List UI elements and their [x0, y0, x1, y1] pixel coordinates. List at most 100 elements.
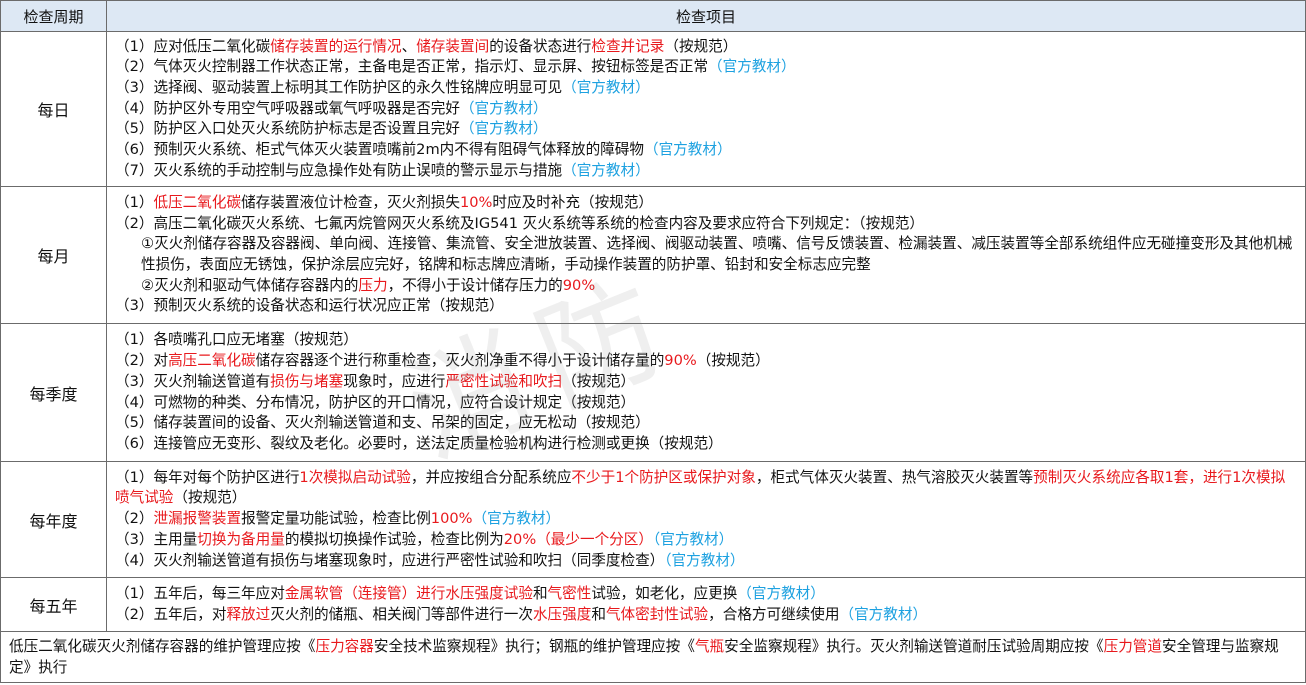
source-tag: （官方教材）	[562, 161, 650, 179]
highlight-text: 储存装置的运行情况	[270, 37, 402, 55]
item-text: （4）可燃物的种类、分布情况，防护区的开口情况，应符合设计规定（按规范）	[115, 393, 636, 411]
source-tag: （官方教材）	[652, 530, 734, 548]
item-text: 储存容器逐个进行称重检查，灭火剂净重不得小于设计储存量的	[255, 352, 665, 370]
source-tag: （官方教材）	[664, 551, 745, 569]
check-item: （3）预制灭火系统的设备状态和运行状况应正常（按规范）	[115, 296, 1299, 317]
item-text: 安全监察规程》执行。灭火剂输送管道耐压试验周期应按《	[724, 638, 1104, 655]
highlight-text: 水压强度	[532, 605, 592, 623]
item-text: 试验，如老化，应更换	[591, 584, 738, 602]
check-item: （2）气体灭火控制器工作状态正常，主备电是否正常，指示灯、显示屏、按钮标签是否正…	[115, 57, 1299, 78]
period-cell: 每季度	[0, 323, 107, 462]
item-text: 和	[591, 605, 606, 623]
highlight-text: 20%（最少一个分区）	[503, 530, 653, 548]
highlight-text: 金属软管（连接管）进行水压强度试验	[284, 584, 533, 602]
check-item: （2）五年后，对释放过灭火剂的储瓶、相关阀门等部件进行一次水压强度和气体密封性试…	[115, 605, 1299, 626]
check-item: （5）防护区入口处灭火系统防护标志是否设置且完好（官方教材）	[115, 119, 1299, 140]
row-note: 低压二氧化碳灭火剂储存容器的维护管理应按《压力容器安全技术监察规程》执行；钢瓶的…	[0, 631, 1306, 683]
check-item: （1）各喷嘴孔口应无堵塞（按规范）	[115, 330, 1299, 351]
item-text: （2）高压二氧化碳灭火系统、七氟丙烷管网灭火系统及IG541 灭火系统等系统的检…	[115, 214, 924, 232]
highlight-text: 10%	[459, 193, 493, 211]
item-text: ②灭火剂和驱动气体储存容器内的	[141, 276, 359, 294]
highlight-text: 低压二氧化碳	[153, 193, 242, 211]
check-item: （4）可燃物的种类、分布情况，防护区的开口情况，应符合设计规定（按规范）	[115, 393, 1299, 414]
item-text: ，不得小于设计储存压力的	[387, 276, 563, 294]
item-text: （按规范）	[696, 352, 770, 370]
item-text: 安全技术监察规程》执行；钢瓶的维护管理应按《	[373, 638, 695, 655]
item-text: 现象时，应进行	[343, 372, 446, 390]
items-cell: （1）每年对每个防护区进行1次模拟启动试验，并应按组合分配系统应不少于1个防护区…	[106, 461, 1306, 578]
item-text: （1）五年后，每三年应对	[115, 584, 285, 602]
highlight-text: 切换为备用量	[197, 530, 285, 548]
source-tag: （官方教材）	[459, 99, 548, 117]
highlight-text: 90%	[562, 276, 596, 294]
period-cell: 每月	[0, 186, 107, 324]
check-item: ①灭火剂储存容器及容器阀、单向阀、连接管、集流管、安全泄放装置、选择阀、阀驱动装…	[115, 234, 1299, 275]
highlight-text: 压力管道	[1103, 638, 1162, 655]
item-text: ，合格方可继续使用	[708, 605, 840, 623]
check-item: （6）预制灭火系统、柜式气体灭火装置喷嘴前2m内不得有阻碍气体释放的障碍物（官方…	[115, 140, 1299, 161]
item-text: （3）预制灭火系统的设备状态和运行状况应正常（按规范）	[115, 297, 504, 315]
item-text: （3）选择阀、驱动装置上标明其工作防护区的永久性铭牌应明显可见	[115, 78, 563, 96]
item-text: 报警定量功能试验，检查比例	[241, 510, 431, 528]
item-text: 储存装置液位计检查，灭火剂损失	[241, 193, 460, 211]
items-cell: （1）低压二氧化碳储存装置液位计检查，灭火剂损失10%时应及时补充（按规范） （2…	[106, 186, 1306, 324]
check-item: （7）灭火系统的手动控制与应急操作处有防止误喷的警示显示与措施（官方教材）	[115, 161, 1299, 182]
highlight-text: 储存装置间	[416, 37, 490, 55]
row-daily: 每日 （1）应对低压二氧化碳储存装置的运行情况、储存装置间的设备状态进行检查并记…	[0, 31, 1306, 187]
items-cell: （1）各喷嘴孔口应无堵塞（按规范） （2）对高压二氧化碳储存容器逐个进行称重检查，…	[106, 323, 1306, 462]
item-text: （2）五年后，对	[115, 605, 227, 623]
check-item: （1）应对低压二氧化碳储存装置的运行情况、储存装置间的设备状态进行检查并记录（按…	[115, 37, 1299, 58]
highlight-text: 气体密封性试验	[605, 605, 709, 623]
check-item: （3）灭火剂输送管道有损伤与堵塞现象时，应进行严密性试验和吹扫（按规范）	[115, 372, 1299, 393]
item-text: （7）灭火系统的手动控制与应急操作处有防止误喷的警示显示与措施	[115, 161, 563, 179]
note-cell: 低压二氧化碳灭火剂储存容器的维护管理应按《压力容器安全技术监察规程》执行；钢瓶的…	[0, 631, 1306, 683]
item-text: （按规范）	[664, 37, 738, 55]
source-tag: （官方教材）	[562, 78, 650, 96]
check-item: （2）对高压二氧化碳储存容器逐个进行称重检查，灭火剂净重不得小于设计储存量的90…	[115, 351, 1299, 372]
period-cell: 每年度	[0, 461, 107, 578]
item-text: 、	[401, 37, 417, 55]
source-tag: （官方教材）	[643, 141, 732, 159]
header-row: 检查周期 检查项目	[0, 0, 1306, 32]
check-item: （6）连接管应无变形、裂纹及老化。必要时，送法定质量检验机构进行检测或更换（按规…	[115, 434, 1299, 455]
highlight-text: 压力容器	[315, 638, 374, 655]
check-item: （4）防护区外专用空气呼吸器或氧气呼吸器是否完好（官方教材）	[115, 99, 1299, 120]
items-cell: （1）应对低压二氧化碳储存装置的运行情况、储存装置间的设备状态进行检查并记录（按…	[106, 31, 1306, 187]
check-item: （1）五年后，每三年应对金属软管（连接管）进行水压强度试验和气密性试验，如老化，…	[115, 584, 1299, 605]
header-period: 检查周期	[0, 0, 107, 32]
check-item: （2）泄漏报警装置报警定量功能试验，检查比例100%（官方教材）	[115, 509, 1299, 530]
item-text: ，柜式气体灭火装置、热气溶胶灭火装置等	[755, 468, 1034, 486]
period-cell: 每日	[0, 31, 107, 187]
inspection-table: 检查周期 检查项目 每日 （1）应对低压二氧化碳储存装置的运行情况、储存装置间的…	[0, 0, 1306, 683]
source-tag: （官方教材）	[839, 605, 928, 623]
item-text: ①灭火剂储存容器及容器阀、单向阀、连接管、集流管、安全泄放装置、选择阀、阀驱动装…	[141, 235, 1293, 273]
row-quarterly: 每季度 （1）各喷嘴孔口应无堵塞（按规范） （2）对高压二氧化碳储存容器逐个进行称…	[0, 323, 1306, 462]
highlight-text: 高压二氧化碳	[168, 352, 256, 370]
item-text: （1）各喷嘴孔口应无堵塞（按规范）	[115, 331, 358, 349]
highlight-text: 90%	[664, 352, 697, 370]
check-item: ②灭火剂和驱动气体储存容器内的压力，不得小于设计储存压力的90%	[115, 276, 1299, 297]
item-text: （6）预制灭火系统、柜式气体灭火装置喷嘴前2m内不得有阻碍气体释放的障碍物	[115, 141, 644, 159]
item-text: 的设备状态进行	[489, 37, 592, 55]
item-text: （按规范）	[173, 489, 247, 507]
highlight-text: 检查并记录	[591, 37, 665, 55]
item-text: （1）每年对每个防护区进行	[115, 468, 300, 486]
item-text: （1）应对低压二氧化碳	[115, 37, 271, 55]
item-text: 低压二氧化碳灭火剂储存容器的维护管理应按《	[9, 638, 316, 655]
highlight-text: 严密性试验和吹扫	[445, 372, 563, 390]
highlight-text: 泄漏报警装置	[153, 510, 242, 528]
highlight-text: 释放过	[226, 605, 271, 623]
source-tag: （官方教材）	[459, 120, 548, 138]
highlight-text: 100%	[430, 510, 473, 528]
item-text: 灭火剂的储瓶、相关阀门等部件进行一次	[270, 605, 533, 623]
highlight-text: 不少于1个防护区或保护对象	[571, 468, 756, 486]
check-item: （3）主用量切换为备用量的模拟切换操作试验，检查比例为20%（最少一个分区）（官…	[115, 530, 1299, 551]
row-monthly: 每月 （1）低压二氧化碳储存装置液位计检查，灭火剂损失10%时应及时补充（按规范…	[0, 186, 1306, 324]
item-text: （6）连接管应无变形、裂纹及老化。必要时，送法定质量检验机构进行检测或更换（按规…	[115, 434, 723, 452]
check-item: （1）每年对每个防护区进行1次模拟启动试验，并应按组合分配系统应不少于1个防护区…	[115, 468, 1299, 509]
check-item: （1）低压二氧化碳储存装置液位计检查，灭火剂损失10%时应及时补充（按规范）	[115, 193, 1299, 214]
check-item: （4）灭火剂输送管道有损伤与堵塞现象时，应进行严密性试验和吹扫（同季度检查）（官…	[115, 551, 1299, 572]
item-text: （按规范）	[562, 372, 636, 390]
source-tag: （官方教材）	[708, 58, 796, 76]
highlight-text: 损伤与堵塞	[270, 372, 344, 390]
